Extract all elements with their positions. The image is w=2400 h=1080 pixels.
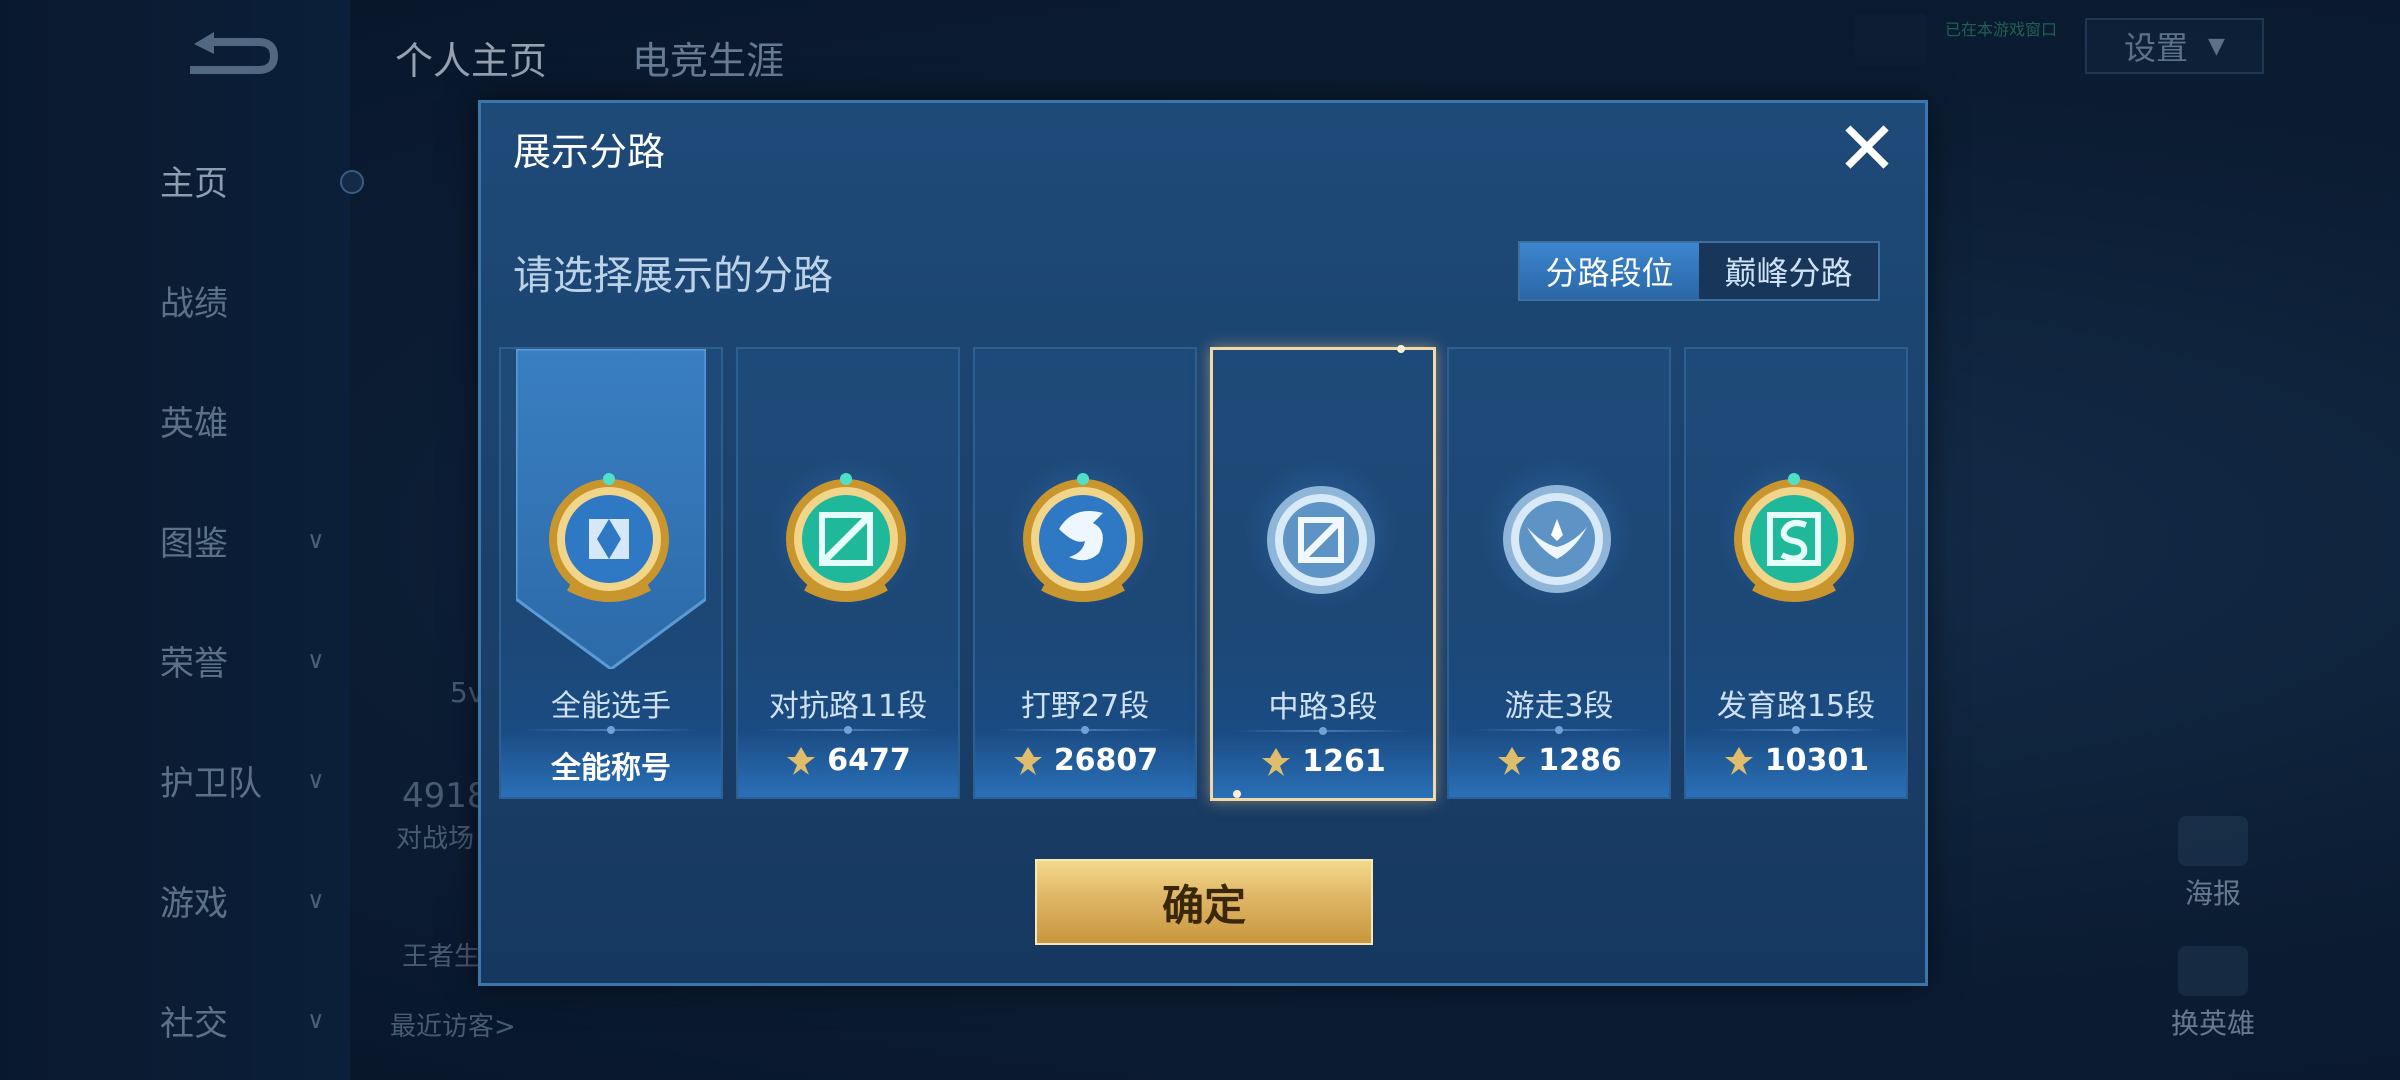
card-divider (1233, 727, 1413, 735)
lane-card-name: 全能选手 (551, 689, 671, 724)
rank-points-icon (787, 746, 816, 775)
lane-card-score: 10301 (1686, 743, 1906, 778)
lane-card-score: 1286 (1449, 743, 1669, 778)
lane-card-name: 打野27段 (1020, 689, 1150, 724)
lane-card-farm[interactable]: 发育路15段 10301 (1684, 347, 1908, 799)
lane-card-value: 全能称号 (501, 743, 721, 787)
lane-card-list: 全能选手 全能称号 对抗路11段 6477 打野27段 26807 中路3段 1… (499, 345, 1909, 801)
selection-corner-dot (1397, 345, 1405, 353)
card-divider (521, 726, 701, 734)
lane-card-value-text: 6477 (827, 743, 911, 778)
card-divider (995, 726, 1175, 734)
lane-card-score: 6477 (738, 743, 958, 778)
lane-card-score: 26807 (975, 743, 1195, 778)
roam-wings-emblem-icon (1503, 485, 1611, 593)
lane-card-roam[interactable]: 游走3段 1286 (1447, 347, 1671, 799)
rank-points-icon (1262, 747, 1291, 776)
toggle-lane-rank[interactable]: 分路段位 (1520, 243, 1699, 299)
rank-points-icon (1498, 746, 1527, 775)
farm-lane-emblem-icon (1734, 473, 1854, 602)
card-divider (758, 726, 938, 734)
clash-lane-emblem-icon (786, 473, 906, 602)
lane-card-name: 中路3段 (1268, 690, 1378, 725)
lane-card-mid[interactable]: 中路3段 1261 (1210, 345, 1436, 801)
toggle-peak-lane[interactable]: 巅峰分路 (1699, 243, 1878, 299)
rank-points-icon (1724, 746, 1753, 775)
dialog-subtitle: 请选择展示的分路 (513, 253, 833, 299)
all-round-emblem-icon (549, 473, 669, 602)
close-icon[interactable]: ✕ (1831, 112, 1903, 186)
lane-card-value-text: 1261 (1302, 744, 1386, 779)
lane-card-name: 对抗路11段 (768, 689, 928, 724)
lane-card-clash[interactable]: 对抗路11段 6477 (736, 347, 960, 799)
card-divider (1469, 726, 1649, 734)
rank-points-icon (1013, 746, 1042, 775)
lane-card-value-text: 26807 (1053, 743, 1159, 778)
lane-card-value-text: 全能称号 (551, 751, 671, 786)
dialog-title: 展示分路 (513, 130, 666, 174)
lane-card-jungle[interactable]: 打野27段 26807 (973, 347, 1197, 799)
lane-card-all-round[interactable]: 全能选手 全能称号 (499, 347, 723, 799)
lane-display-dialog: 展示分路 ✕ 请选择展示的分路 分路段位 巅峰分路 全能选手 全能称号 对抗路1… (478, 100, 1928, 986)
selection-corner-dot (1233, 790, 1241, 798)
lane-card-score: 1261 (1213, 744, 1433, 779)
lane-card-name: 游走3段 (1504, 689, 1614, 724)
lane-card-name: 发育路15段 (1716, 689, 1876, 724)
mid-lane-emblem-icon (1267, 486, 1375, 594)
confirm-button[interactable]: 确定 (1035, 859, 1373, 945)
lane-card-value-text: 1286 (1538, 743, 1622, 778)
jungle-dragon-emblem-icon (1023, 473, 1143, 602)
lane-card-value-text: 10301 (1764, 743, 1870, 778)
lane-mode-toggle: 分路段位 巅峰分路 (1518, 241, 1880, 301)
card-divider (1706, 726, 1886, 734)
